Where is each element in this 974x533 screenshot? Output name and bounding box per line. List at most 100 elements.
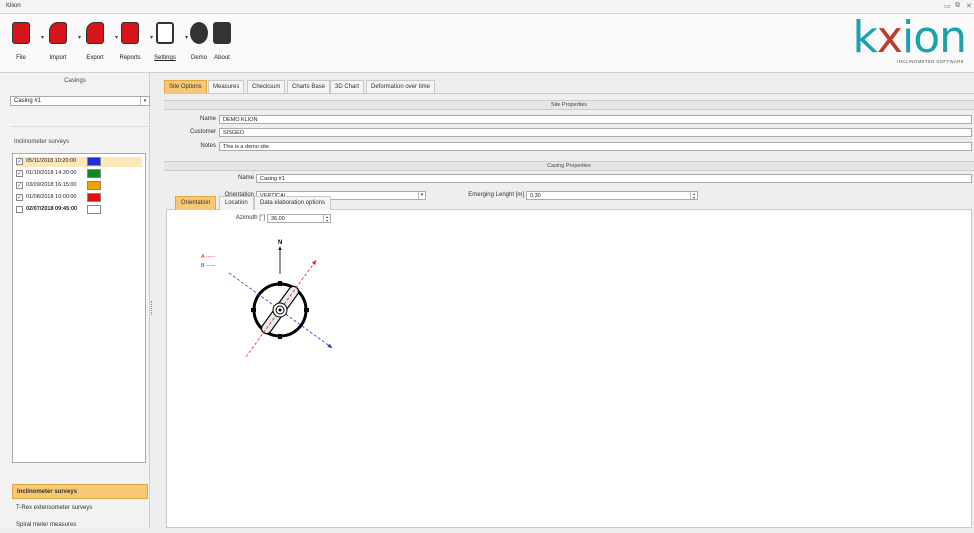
window-title: Kliion [6,3,21,9]
survey-row[interactable]: ✓ 05/11/2018 10:20:00 [16,157,142,167]
casing-groove-right [304,308,309,312]
survey-color-swatch[interactable] [87,157,101,166]
tab-deformation-over-time[interactable]: Deformation over time [366,80,436,93]
spinner-icon[interactable]: ▴ ▾ [690,192,697,199]
import-label: Import [49,55,67,61]
import-button[interactable]: ▾ Import [41,18,81,70]
orientation-diagram: N [228,240,333,359]
survey-date: 03/09/2018 16:15:00 [26,182,77,188]
survey-row[interactable]: ✓ 01/08/2018 10:00:00 [16,193,142,203]
import-icon [49,22,67,44]
logo-letters-ion: ion [901,12,967,63]
restore-icon[interactable]: ⧉ [955,2,960,10]
survey-color-swatch[interactable] [87,193,101,202]
chevron-down-icon[interactable]: ▾ [418,192,425,199]
settings-icon [156,22,174,44]
ribbon-toolbar: ▾ File ▾ Import ▾ Export ▾ Reports ▾ Set… [0,12,974,73]
casing-name-label: Name [237,175,254,181]
logo-letter-x: x [876,12,903,63]
close-icon[interactable]: ✕ [966,2,972,10]
survey-row[interactable]: 02/07/2018 09:45:00 [16,205,142,215]
customer-label: Customer [189,129,216,135]
axis-b-arrow-icon [327,343,333,349]
probe-hub-center [278,308,282,312]
site-properties-title: Site Properties [164,100,974,110]
azimuth-value: 36.00 [271,216,285,222]
chevron-down-icon[interactable]: ▾ [140,97,149,105]
azimuth-field[interactable]: 36.00 ▴ ▾ [267,214,331,223]
survey-checkbox[interactable]: ✓ [16,194,23,201]
legend-axis-b: B ----- [201,263,216,269]
tab-site-options[interactable]: Site Options [164,80,207,93]
casing-groove-top [278,281,282,286]
survey-date: 02/07/2018 09:45:00 [26,206,78,212]
notes-label: Notes [200,143,216,149]
file-button[interactable]: ▾ File [4,18,44,70]
about-button[interactable]: About [205,18,239,70]
emerging-length-value: 0.30 [530,193,541,199]
emerging-length-label: Emerging Lenght [m] [468,192,524,198]
nav-spiral-meter-measures[interactable]: Spiral meter measures [12,518,148,533]
reports-button[interactable]: ▾ Reports [113,18,153,70]
survey-checkbox[interactable]: ✓ [16,170,23,177]
casing-area [10,107,150,127]
about-label: About [214,55,230,61]
survey-color-swatch[interactable] [87,205,101,214]
export-button[interactable]: ▾ Export [78,18,118,70]
casings-title: Casings [64,78,86,84]
logo-subtitle: INCLINOMETER SOFTWARE [897,59,964,64]
main-content: Site Options Measures Checksum Charts Ba… [152,73,974,528]
minimize-icon[interactable]: ▭ [944,2,951,10]
logo-wordmark: kxion [852,12,967,63]
reports-label: Reports [119,55,141,61]
tab-orientation[interactable]: Orientation [175,196,217,210]
settings-button[interactable]: ▾ Settings [148,18,188,70]
survey-date: 01/10/2018 14:30:00 [26,170,77,176]
tab-3d-chart[interactable]: 3D Chart [330,80,365,93]
tab-charts-base[interactable]: Charts Base [287,80,331,93]
klion-logo: kxion INCLINOMETER SOFTWARE [846,12,968,68]
casing-groove-bottom [278,334,282,339]
export-icon [86,22,104,44]
casing-selected-value: Casing #1 [14,98,42,104]
north-arrow-icon [278,246,282,250]
tab-measures[interactable]: Measures [208,80,245,93]
left-panel: Casings Casing #1 ▾ Inclinometer surveys… [0,73,152,528]
tab-location[interactable]: Location [219,196,254,210]
probe-group [228,259,333,359]
info-icon [213,22,231,44]
emerging-length-field[interactable]: 0.30 ▴ ▾ [526,191,698,200]
casing-name-field[interactable]: Casing #1 [256,174,972,183]
reports-icon [121,22,139,44]
survey-checkbox[interactable]: ✓ [16,182,23,189]
nav-trex-extensometer-surveys[interactable]: T-Rex extensometer surveys [12,501,148,516]
legend-axis-a: A ----- [201,254,216,260]
tab-checksum[interactable]: Checksum [247,80,286,93]
inner-tab-panel: Orientation Location Data elaboration op… [166,196,972,528]
survey-date: 01/08/2018 10:00:00 [26,194,77,200]
tab-data-elaboration-options[interactable]: Data elaboration options [254,196,332,210]
north-label: N [278,240,282,246]
logo-letter-k: k [852,12,878,63]
survey-checkbox[interactable] [16,206,23,213]
casing-groove-left [251,308,256,312]
azimuth-label: Azimuth [°] [235,215,265,221]
notes-field[interactable]: This is a demo site [219,142,972,151]
survey-date: 05/11/2018 10:20:00 [26,158,77,164]
survey-checkbox[interactable]: ✓ [16,158,23,165]
site-name-label: Name [199,116,216,122]
survey-color-swatch[interactable] [87,169,101,178]
title-bar: Kliion ▭ ⧉ ✕ [0,0,974,14]
survey-row[interactable]: ✓ 01/10/2018 14:30:00 [16,169,142,179]
customer-field[interactable]: SISGEO [219,128,972,137]
survey-row[interactable]: ✓ 03/09/2018 16:15:00 [16,181,142,191]
file-icon [12,22,30,44]
casing-select[interactable]: Casing #1 ▾ [10,96,150,106]
nav-inclinometer-surveys[interactable]: Inclinometer surveys [12,484,148,499]
site-name-field[interactable]: DEMO KLION [219,115,972,124]
spinner-icon[interactable]: ▴ ▾ [323,215,330,222]
surveys-title: Inclinometer surveys [14,139,70,145]
survey-color-swatch[interactable] [87,181,101,190]
settings-label: Settings [154,55,176,61]
casing-properties-title: Casing Properties [164,161,974,171]
